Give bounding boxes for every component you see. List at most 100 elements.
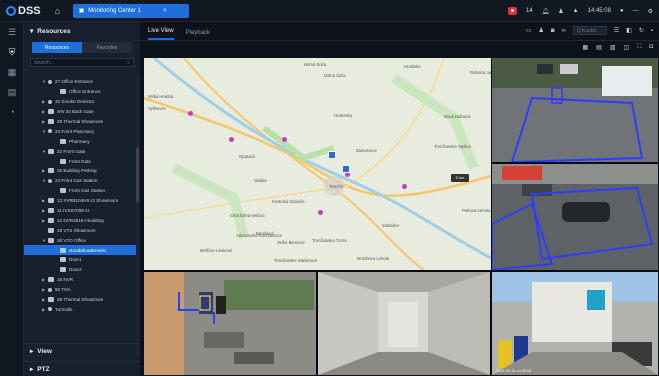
user-icon[interactable]: ♟ <box>558 8 563 15</box>
tab-playback[interactable]: Playback <box>186 30 210 40</box>
save-icon[interactable]: ▪ <box>651 28 653 34</box>
close-icon[interactable]: × <box>163 8 167 14</box>
tree-node[interactable]: ▼ 27 Office Entrance <box>24 77 136 87</box>
map-place-label: Chocholná-Velčice <box>230 213 265 218</box>
tab-resources[interactable]: Resources <box>32 42 82 53</box>
layout-custom-icon[interactable]: ◫ <box>624 44 630 51</box>
chart-icon[interactable]: ▤ <box>0 82 24 102</box>
tree-node[interactable]: ▶ SW 34 Back Gate <box>24 107 136 117</box>
camera-gas-station-parking[interactable] <box>492 164 658 270</box>
lock-icon[interactable]: ▲ <box>573 8 579 14</box>
tree-node[interactable]: ▶ 16 NVR <box>24 275 136 285</box>
refresh-icon[interactable]: ↻ <box>639 27 644 34</box>
recorder-icon <box>48 109 54 115</box>
ptz-section-label: PTZ <box>37 365 50 373</box>
tree-node[interactable]: vtoadahuaBrnevin <box>24 245 136 256</box>
device-icon <box>48 307 52 312</box>
tree-node[interactable]: ▼ 22 Front Gate <box>24 146 136 156</box>
resource-search-input[interactable]: Search... ⌕ <box>30 58 134 67</box>
map-place-label: Petrova Lehota <box>462 208 491 213</box>
fullscreen-icon[interactable]: ⛶ <box>637 44 641 51</box>
camera-hallway[interactable] <box>318 272 490 375</box>
menu-icon[interactable]: ☰ <box>0 22 24 42</box>
tree-node[interactable]: ▶ 29 Thermal Showroom <box>24 295 136 305</box>
tree-node[interactable]: ▼ 26 VTO Office <box>24 235 136 245</box>
tree-node-label: vtoadahuaBrnevin <box>69 247 107 253</box>
tree-node-label: Turnstile <box>55 306 73 312</box>
tree-node[interactable]: Front Gate <box>24 156 136 166</box>
tree-node-label: Front Gate <box>69 158 91 164</box>
tree-node[interactable]: ▶ 32 Smoke Detector <box>24 97 136 107</box>
recorder-icon <box>48 148 54 154</box>
person-icon[interactable]: ♟ <box>538 27 543 34</box>
tree-node[interactable]: Door2 <box>24 265 136 275</box>
map-pin[interactable] <box>188 111 193 116</box>
camera-parking-lot-top[interactable] <box>492 58 658 162</box>
recorder-icon <box>48 168 54 174</box>
tree-node[interactable]: ▶ 25 Building Parking <box>24 166 136 176</box>
tree-scrollbar[interactable] <box>136 77 139 357</box>
tree-node[interactable]: ▼ 24 Front Gas Station <box>24 176 136 186</box>
map-pin[interactable] <box>282 137 287 142</box>
list-icon[interactable]: ☰ <box>614 27 619 34</box>
camera-courtyard-bins[interactable] <box>144 272 316 375</box>
map-place-label: Soblahov <box>382 223 400 228</box>
layout-toolbar: ▦ ▤ ▥ ◫ ⛶ ◘ <box>582 44 653 51</box>
tab-live-view[interactable]: Live View <box>148 28 174 40</box>
layout-grid-icon[interactable]: ▦ <box>582 44 588 51</box>
tab-monitoring-center[interactable]: ▣ Monitoring Center 1 × <box>72 3 189 18</box>
shield-icon[interactable]: ⛨ <box>0 42 24 62</box>
ptz-section[interactable]: ▸ PTZ <box>24 361 140 376</box>
tree-node[interactable]: 18 VTS Showroom <box>24 225 136 235</box>
alarm-icon[interactable]: ■ <box>507 7 517 15</box>
layout-split-icon[interactable]: ▥ <box>610 44 616 51</box>
camera-icon[interactable]: ◙ <box>551 28 555 34</box>
tree-node[interactable]: ▼ 23 Front Pharmacy <box>24 126 136 136</box>
grid-icon[interactable]: ▦ <box>0 62 24 82</box>
tree-node[interactable]: Door1 <box>24 255 136 265</box>
user-menu-icon[interactable]: ● <box>620 8 624 14</box>
tab-favorites[interactable]: Favorites <box>82 42 132 53</box>
map-pin[interactable] <box>229 137 234 142</box>
camera-icon <box>60 188 66 194</box>
camera-feed-image <box>492 272 658 375</box>
tree-node[interactable]: ▶ 28 Thermal Showroom <box>24 117 136 127</box>
tree-node[interactable]: ▶ 50 TOA <box>24 285 136 295</box>
resources-header[interactable]: ▾ Resources <box>24 22 140 40</box>
record-icon[interactable]: ◘ <box>649 44 653 51</box>
tree-node-label: 22 Front Gate <box>57 148 86 154</box>
camera-marker-icon[interactable] <box>342 165 350 173</box>
view-search-input[interactable]: Q Kuchu <box>572 26 607 35</box>
device-icon <box>48 287 52 292</box>
map-view[interactable]: Dolná Súča Hrabovka Trenčín Zamarovce Soblah… <box>144 58 491 270</box>
camera-building-entrance[interactable]: 2024-09-15 14:45:08 <box>492 272 658 375</box>
tree-node[interactable]: ▶ 12 NVR4816-I Building <box>24 215 136 225</box>
bell-icon[interactable]: 🔔︎ <box>542 8 550 15</box>
tree-node-label: 24 Front Gas Station <box>55 178 98 184</box>
camera-icon <box>60 247 66 253</box>
gear-icon[interactable]: ⚙ <box>648 8 653 15</box>
logo: DSS <box>6 5 41 17</box>
map-place-label: Zamarovce <box>356 148 377 153</box>
tree-node[interactable]: Pharmacy <box>24 136 136 146</box>
map-pin[interactable] <box>318 210 323 215</box>
layout-wide-icon[interactable]: ▤ <box>596 44 602 51</box>
tree-node[interactable]: Front Gas Station <box>24 186 136 196</box>
tree-node[interactable]: ▶ 11 IVSS7008-1I <box>24 206 136 216</box>
chevron-right-icon: ▸ <box>30 366 34 373</box>
home-icon[interactable]: ⌂ <box>55 6 65 16</box>
tree-node[interactable]: Office Entrance <box>24 87 136 97</box>
view-section[interactable]: ▸ View <box>24 343 140 358</box>
tree-node[interactable]: ▶ 12 XVR5104HS-I3 Showroom <box>24 196 136 206</box>
search-icon[interactable]: ⌕ <box>127 60 130 66</box>
bell-nav-icon[interactable]: ◔ <box>0 102 24 122</box>
camera-marker-icon[interactable] <box>328 151 336 159</box>
snapshot-icon[interactable]: ▭ <box>526 27 532 34</box>
map-pin[interactable] <box>402 184 407 189</box>
split-icon[interactable]: ◧ <box>626 27 632 34</box>
link-icon[interactable]: ∞ <box>561 28 565 34</box>
tree-node[interactable]: ▶ Turnstile <box>24 304 136 314</box>
map-place-label: Velká Hradná <box>148 94 174 99</box>
minimize-icon[interactable]: — <box>633 8 639 14</box>
scrollbar-thumb[interactable] <box>136 147 139 202</box>
